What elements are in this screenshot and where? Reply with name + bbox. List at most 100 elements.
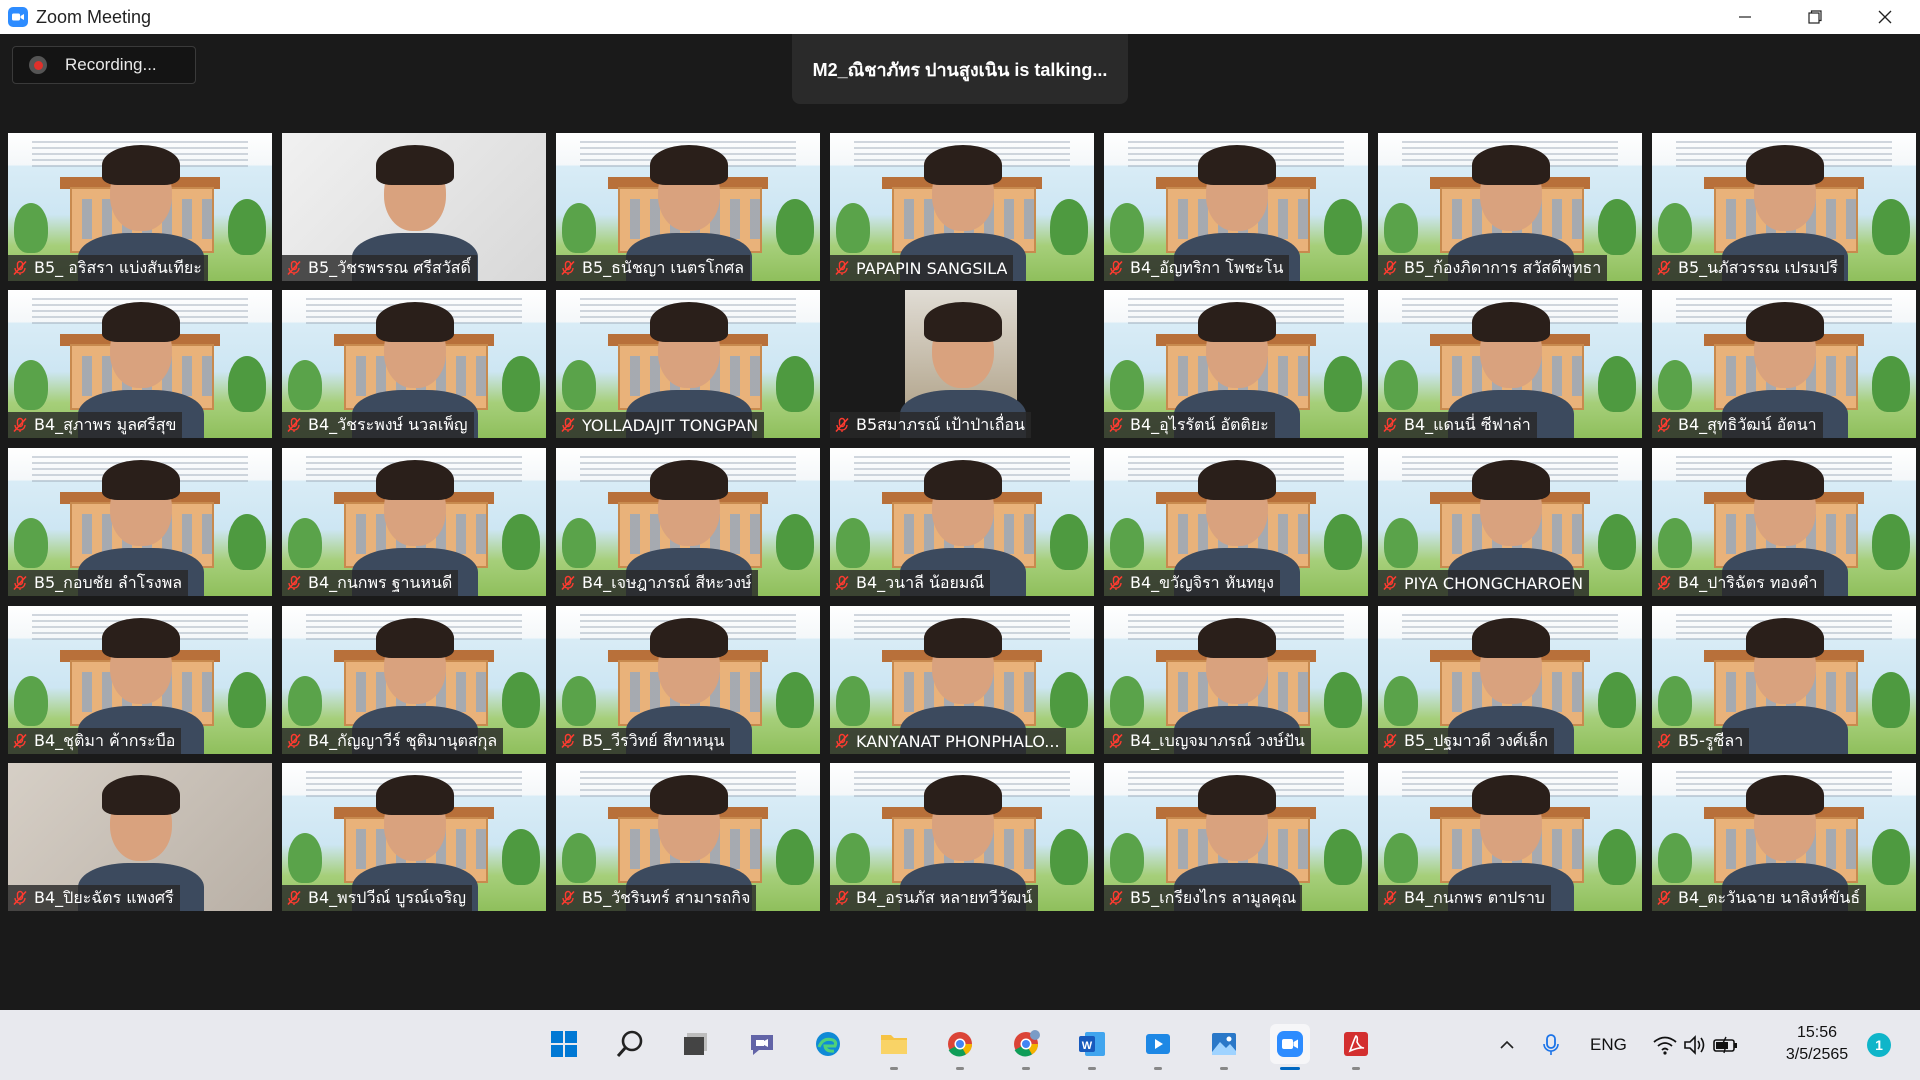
- taskbar-chrome-button[interactable]: [940, 1024, 980, 1070]
- participant-tile[interactable]: B5_เกรียงไกร ลามูลคุณ: [1104, 763, 1368, 911]
- taskbar-word-button[interactable]: W: [1072, 1024, 1112, 1070]
- mic-muted-icon: [13, 417, 27, 433]
- participant-tile[interactable]: B4_สุภาพร มูลศรีสุข: [8, 290, 272, 438]
- participant-tile[interactable]: B4_ขวัญจิรา หันทยุง: [1104, 448, 1368, 596]
- mic-muted-icon: [1109, 575, 1123, 591]
- windows-taskbar: W ENG 15:56 3/5/2565 1: [0, 1010, 1920, 1080]
- participant-tile[interactable]: B4_ชุติมา ค้ากระบือ: [8, 606, 272, 754]
- mic-muted-icon: [13, 575, 27, 591]
- participant-video: [102, 302, 180, 388]
- microphone-tray-button[interactable]: [1540, 1010, 1562, 1080]
- participant-name-bar: B4_กนกพร ตาปราบ: [1378, 885, 1551, 911]
- participant-tile[interactable]: B4_เจษฎาภรณ์ สีหะวงษ์: [556, 448, 820, 596]
- taskbar-chrome2-button[interactable]: [1006, 1024, 1046, 1070]
- participant-tile[interactable]: B4_อรนภัส หลายทวีวัฒน์: [830, 763, 1094, 911]
- participant-name-bar: B4_เบญจมาภรณ์ วงษ์ปัน: [1104, 728, 1311, 754]
- participant-tile[interactable]: B5_นภัสวรรณ เปรมปรี: [1652, 133, 1916, 281]
- participant-video: [1746, 775, 1824, 861]
- participant-tile[interactable]: B5_วีรวิทย์ สีทาหนุน: [556, 606, 820, 754]
- participant-tile[interactable]: B5_ธนัชญา เนตรโกศล: [556, 133, 820, 281]
- participant-video: [924, 460, 1002, 546]
- taskbar-taskview-button[interactable]: [676, 1024, 716, 1064]
- taskbar-photos-button[interactable]: [1204, 1024, 1244, 1070]
- participant-name: PAPAPIN SANGSILA: [856, 258, 1008, 278]
- participant-name-bar: B4_วัชระพงษ์ นวลเพ็ญ: [282, 412, 474, 438]
- participant-video: [1198, 775, 1276, 861]
- taskbar-clock[interactable]: 15:56 3/5/2565: [1772, 1022, 1862, 1066]
- participant-tile[interactable]: B4_แดนนี่ ซีฟาล่า: [1378, 290, 1642, 438]
- participant-tile[interactable]: PAPAPIN SANGSILA: [830, 133, 1094, 281]
- running-indicator: [1088, 1067, 1096, 1070]
- participant-name-bar: B5_วัชรินทร์ สามารถกิจ: [556, 885, 757, 911]
- participant-video: [376, 302, 454, 388]
- participant-name: B4_เบญจมาภรณ์ วงษ์ปัน: [1130, 730, 1305, 750]
- participant-tile[interactable]: PIYA CHONGCHAROEN: [1378, 448, 1642, 596]
- participant-video: [1746, 460, 1824, 546]
- mic-muted-icon: [561, 890, 575, 906]
- taskbar-start-button[interactable]: [544, 1024, 584, 1064]
- taskbar-acrobat-button[interactable]: [1336, 1024, 1376, 1070]
- taskbar-zoom-button[interactable]: [1270, 1024, 1310, 1070]
- battery-charging-icon: [1713, 1036, 1737, 1054]
- participant-tile[interactable]: B4_พรปวีณ์ บูรณ์เจริญ: [282, 763, 546, 911]
- word-icon: W: [1077, 1029, 1107, 1059]
- participant-name-bar: B4_ปิยะฉัตร แพงศรี: [8, 885, 180, 911]
- participant-tile[interactable]: B4_ปิยะฉัตร แพงศรี: [8, 763, 272, 911]
- participant-name-bar: B5_นภัสวรรณ เปรมปรี: [1652, 255, 1845, 281]
- participant-tile[interactable]: B4_กนกพร ฐานหนดี: [282, 448, 546, 596]
- participant-name: B5-รูซีลา: [1678, 730, 1744, 750]
- participant-name-bar: PAPAPIN SANGSILA: [830, 255, 1014, 281]
- minimize-button[interactable]: [1710, 0, 1780, 34]
- taskbar-edge-button[interactable]: [808, 1024, 848, 1064]
- notification-badge[interactable]: 1: [1867, 1033, 1891, 1057]
- mic-muted-icon: [1657, 260, 1671, 276]
- running-indicator: [1280, 1067, 1300, 1070]
- participant-tile[interactable]: B5_วัชรินทร์ สามารถกิจ: [556, 763, 820, 911]
- participant-tile[interactable]: B4_ตะวันฉาย นาสิงห์ขันธ์: [1652, 763, 1916, 911]
- participant-tile[interactable]: B4_กนกพร ตาปราบ: [1378, 763, 1642, 911]
- participant-name-bar: B4_แดนนี่ ซีฟาล่า: [1378, 412, 1537, 438]
- participant-tile[interactable]: B5สมาภรณ์ เป้าป่าเถื่อน: [830, 290, 1094, 438]
- participant-tile[interactable]: B4_วัชระพงษ์ นวลเพ็ญ: [282, 290, 546, 438]
- participant-tile[interactable]: B5_ อริสรา แบ่งสันเทียะ: [8, 133, 272, 281]
- participant-name-bar: B5_กอบชัย ลำโรงพล: [8, 570, 189, 596]
- participant-name: PIYA CHONGCHAROEN: [1404, 573, 1584, 593]
- show-hidden-icons-button[interactable]: [1496, 1010, 1518, 1080]
- participant-tile[interactable]: B5_ปฐมาวดี วงศ์เล็ก: [1378, 606, 1642, 754]
- participant-tile[interactable]: B4_อุไรรัตน์ อัตติยะ: [1104, 290, 1368, 438]
- participant-tile[interactable]: YOLLADAJIT TONGPAN: [556, 290, 820, 438]
- participant-name-bar: B4_ปาริฉัตร ทองคำ: [1652, 570, 1824, 596]
- participant-video: [102, 618, 180, 704]
- participant-tile[interactable]: B4_วนาลี น้อยมณี: [830, 448, 1094, 596]
- participant-tile[interactable]: KANYANAT PHONPHALO...: [830, 606, 1094, 754]
- participant-tile[interactable]: B5_วัชรพรรณ ศรีสวัสดิ์: [282, 133, 546, 281]
- participant-tile[interactable]: B4_ปาริฉัตร ทองคำ: [1652, 448, 1916, 596]
- participant-tile[interactable]: B5_ก้องภิดาการ สวัสดีพุทธา: [1378, 133, 1642, 281]
- restore-button[interactable]: [1780, 0, 1850, 34]
- participant-name-bar: YOLLADAJIT TONGPAN: [556, 412, 765, 438]
- svg-text:W: W: [1082, 1040, 1093, 1052]
- participant-tile[interactable]: B5-รูซีลา: [1652, 606, 1916, 754]
- microphone-icon: [1543, 1034, 1559, 1055]
- taskbar-search-button[interactable]: [610, 1024, 650, 1064]
- edge-icon: [813, 1029, 843, 1059]
- participant-tile[interactable]: B4_กัญญาวีร์ ชุติมานุตสกุล: [282, 606, 546, 754]
- participant-name-bar: B4_กนกพร ฐานหนดี: [282, 570, 459, 596]
- participant-tile[interactable]: B5_กอบชัย ลำโรงพล: [8, 448, 272, 596]
- participant-name-bar: B5_ธนัชญา เนตรโกศล: [556, 255, 751, 281]
- network-volume-battery-button[interactable]: [1652, 1010, 1740, 1080]
- participant-tile[interactable]: B4_เบญจมาภรณ์ วงษ์ปัน: [1104, 606, 1368, 754]
- participant-video: [102, 775, 180, 861]
- recording-indicator[interactable]: Recording...: [12, 46, 196, 84]
- taskbar-media-button[interactable]: [1138, 1024, 1178, 1070]
- input-language-button[interactable]: ENG: [1590, 1010, 1627, 1080]
- participant-tile[interactable]: B4_อัญทริกา โพชะโน: [1104, 133, 1368, 281]
- taskbar-explorer-button[interactable]: [874, 1024, 914, 1070]
- participant-name-bar: B5_วัชรพรรณ ศรีสวัสดิ์: [282, 255, 477, 281]
- participant-video: [924, 302, 1002, 388]
- close-button[interactable]: [1850, 0, 1920, 34]
- task-view-icon: [681, 1029, 711, 1059]
- taskbar-chat-button[interactable]: [742, 1024, 782, 1064]
- participant-tile[interactable]: B4_สุทธิวัฒน์ อัตนา: [1652, 290, 1916, 438]
- participant-video: [1472, 302, 1550, 388]
